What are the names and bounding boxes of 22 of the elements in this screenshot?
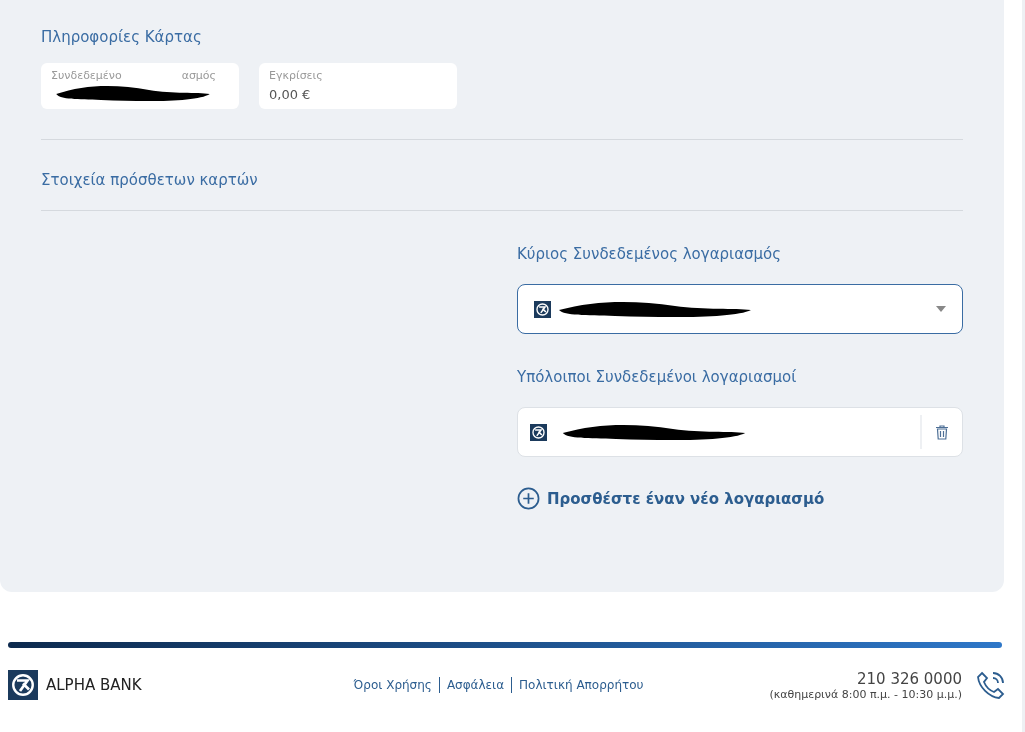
bank-logo-icon xyxy=(534,300,551,318)
add-account-link[interactable]: Προσθέστε έναν νέο λογαριασμό xyxy=(517,487,825,510)
bank-logo-icon xyxy=(8,670,38,700)
footer-link[interactable]: Ασφάλεια xyxy=(446,678,505,692)
account-dropdown[interactable] xyxy=(517,284,963,334)
opening-hours: (καθημερινά 8:00 π.μ. - 10:30 μ.μ.) xyxy=(769,687,962,701)
field-label: Κύριος Συνδεδεμένος λογαριασμός xyxy=(517,245,783,263)
footer-link[interactable]: Πολιτική Απορρήτου xyxy=(519,678,644,692)
field-label: ασμός xyxy=(181,69,217,82)
section-title: Πληροφορίες Κάρτας xyxy=(41,28,203,46)
trash-icon xyxy=(936,424,948,440)
plus-circle-icon xyxy=(517,487,540,510)
field-label: Εγκρίσεις xyxy=(269,69,323,82)
field-value: 0,00 € xyxy=(269,87,312,102)
bank-logo-icon xyxy=(530,423,547,441)
caret-icon xyxy=(936,306,946,312)
brand-name: ALPHA BANK xyxy=(46,676,142,694)
footer-link[interactable]: Όροι Χρήσης xyxy=(353,678,432,692)
section-title: Στοιχεία πρόσθετων καρτών xyxy=(41,171,259,189)
phone-number: 210 326 0000 xyxy=(856,669,962,688)
field-label: Συνδεδεμένο xyxy=(51,69,122,82)
field-label: Υπόλοιποι Συνδεδεμένοι λογαριασμοί xyxy=(517,368,798,386)
